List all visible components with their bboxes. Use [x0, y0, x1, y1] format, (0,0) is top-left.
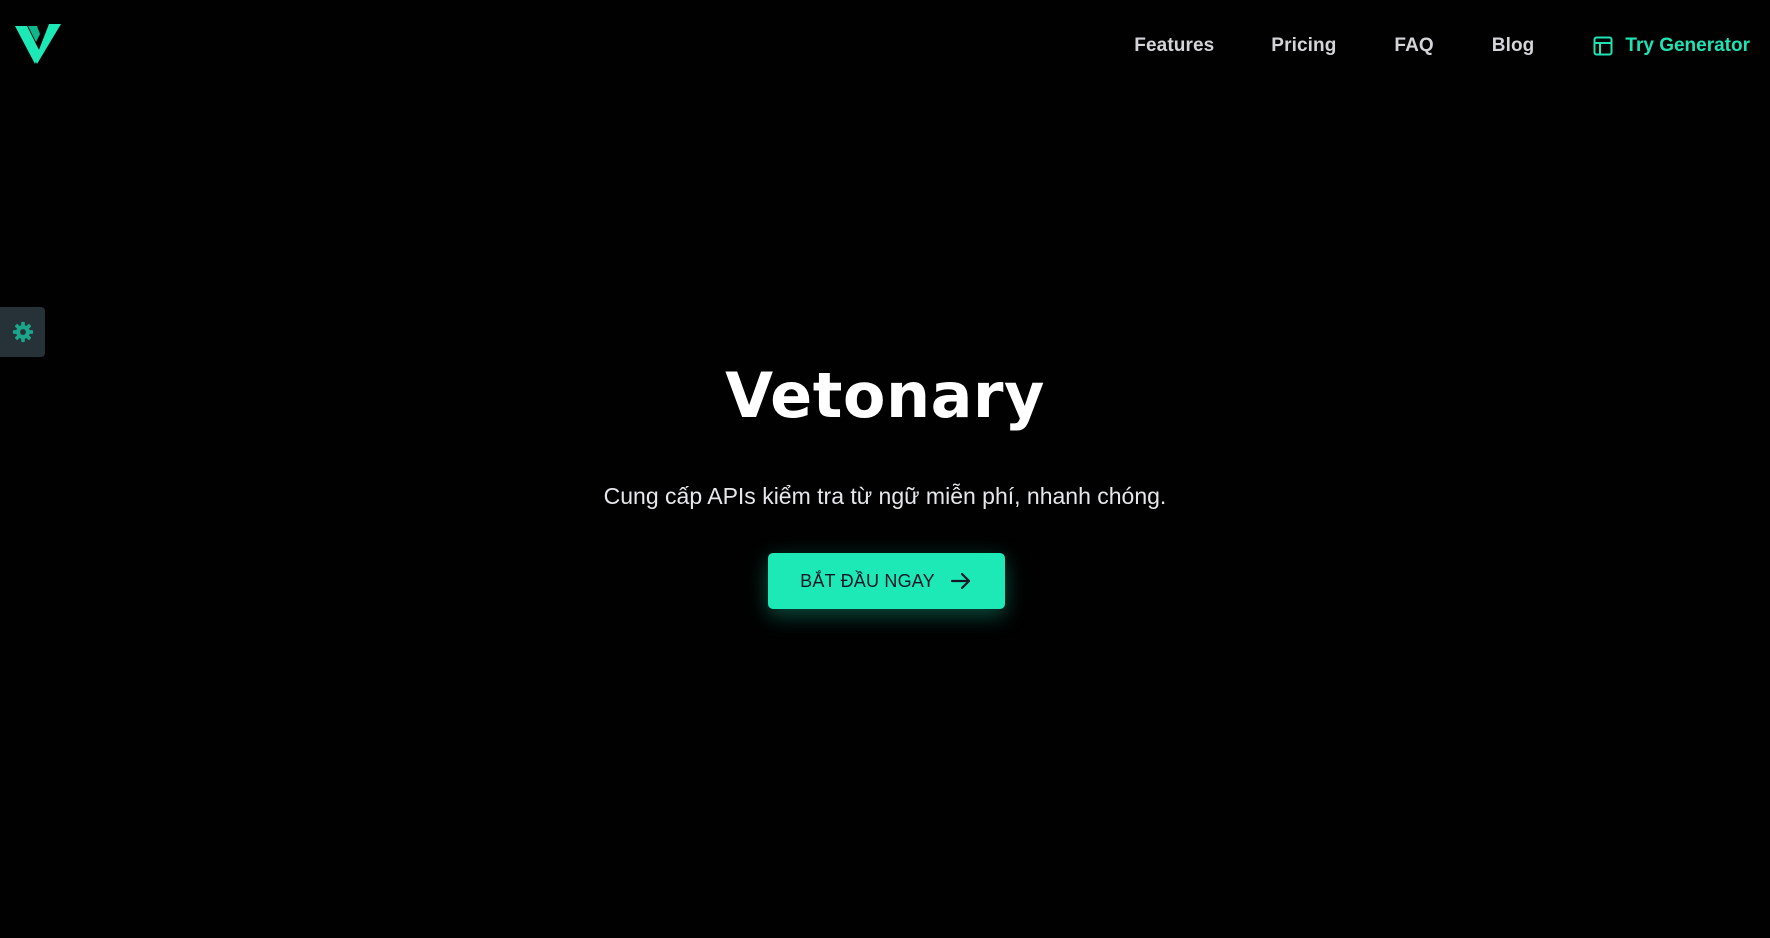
nav-link-faq[interactable]: FAQ [1394, 30, 1433, 62]
layout-panel-icon [1593, 36, 1613, 56]
nav-link-features[interactable]: Features [1134, 30, 1214, 62]
vetonary-logo-icon[interactable] [15, 22, 61, 64]
try-generator-label: Try Generator [1625, 35, 1750, 56]
settings-toggle-button[interactable] [0, 307, 45, 357]
top-nav: Features Pricing FAQ Blog Try Generator [1134, 30, 1770, 62]
nav-link-blog[interactable]: Blog [1492, 30, 1535, 62]
get-started-label: BẮT ĐẦU NGAY [800, 570, 935, 591]
nav-link-pricing[interactable]: Pricing [1271, 30, 1336, 62]
get-started-button[interactable]: BẮT ĐẦU NGAY [768, 553, 1005, 609]
arrow-right-icon [949, 569, 973, 593]
gear-icon [12, 321, 33, 343]
hero-subtitle: Cung cấp APIs kiểm tra từ ngữ miễn phí, … [603, 483, 1167, 509]
hero-title: Vetonary [725, 359, 1045, 432]
try-generator-link[interactable]: Try Generator [1593, 30, 1750, 62]
landing-page: Features Pricing FAQ Blog Try Generator [0, 0, 1770, 938]
